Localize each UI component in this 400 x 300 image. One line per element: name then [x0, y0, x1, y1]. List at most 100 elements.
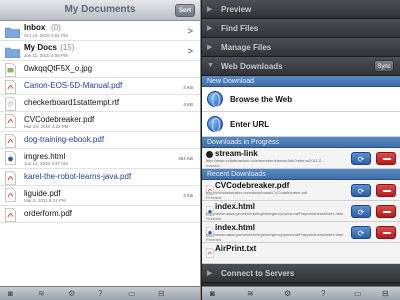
download-name: stream-link: [215, 149, 258, 158]
retry-button[interactable]: ⟳: [351, 226, 371, 239]
globe-icon: [207, 116, 223, 132]
download-url: http://cvcodebreaker.com/downloads/CVCod…: [206, 190, 308, 195]
disclosure-arrow-icon: ▶: [207, 270, 213, 277]
file-row[interactable]: liguide.pdf Mar 6, 2011 6:21 PM 2 KB: [0, 186, 200, 206]
section-web-downloads[interactable]: ▼ Web Downloads Sync: [202, 57, 400, 76]
file-row[interactable]: Canon-EOS-5D-Manual.pdf 4 KB: [0, 78, 200, 95]
download-name: index.html: [215, 202, 256, 211]
sort-button[interactable]: Sort: [175, 4, 195, 17]
file-date: Mar 6, 2011 6:21 PM: [24, 198, 66, 203]
folder-row[interactable]: My Docs (15) Jun 11, 2010 4:56 PM >: [0, 41, 200, 61]
section-title: Connect to Servers: [221, 269, 295, 278]
enter-url-button[interactable]: Enter URL: [202, 112, 400, 137]
retry-button[interactable]: ⟳: [351, 184, 371, 197]
action-label: Browse the Web: [230, 95, 293, 104]
folder-count: (15): [60, 43, 75, 52]
action-label: Enter URL: [230, 120, 270, 129]
file-row[interactable]: orderform.pdf: [0, 206, 200, 223]
download-row[interactable]: index.html http://www.nasa.gov/centers/hq…: [202, 201, 400, 222]
folder-row[interactable]: Inbox (0) Oct 12, 2010 4:51 PM >: [0, 21, 200, 41]
section-title: Find Files: [221, 24, 259, 33]
download-name: AirPrint.txt: [215, 244, 257, 253]
download-name: index.html: [215, 223, 256, 232]
sidebar-toolbar: ◙ ≋ ⚙? ▭ ⊟: [202, 286, 400, 300]
pdf-icon: [206, 245, 214, 258]
disclosure-arrow-icon: ▶: [207, 6, 213, 13]
file-row[interactable]: CVCodebreaker.pdf Mar 24, 2010 4:22 PM: [0, 112, 200, 132]
file-name: Inbox: [24, 23, 46, 32]
delete-button[interactable]: [376, 205, 396, 218]
file-size: 4 KB: [183, 102, 193, 107]
camera-icon[interactable]: ◙: [8, 289, 13, 298]
lock-icon[interactable]: ⊟: [382, 289, 389, 298]
download-url: http://www.nasa.gov/centers/hq/emergency…: [206, 211, 344, 216]
file-name: dog-training-ebook.pdf: [24, 135, 105, 144]
file-name: karel-the-robot-learns-java.pdf: [24, 172, 132, 181]
file-name: checkerboard1stattempt.rtf: [24, 98, 120, 107]
section-find-files[interactable]: ▶ Find Files: [202, 19, 400, 38]
disclosure-arrow-icon: ▶: [207, 44, 213, 51]
file-row[interactable]: karel-the-robot-learns-java.pdf: [0, 169, 200, 186]
help-icon[interactable]: ?: [321, 289, 325, 298]
file-row[interactable]: 0wkqqQtF5X_o.jpg: [0, 61, 200, 78]
file-name: orderform.pdf: [24, 209, 73, 218]
file-row[interactable]: dog-training-ebook.pdf: [0, 132, 200, 149]
gear-icon[interactable]: ⚙: [284, 289, 291, 298]
delete-button[interactable]: [376, 226, 396, 239]
sidebar-pane: ▶ Preview ▶ Find Files ▶ Manage Files ▼ Web Dow…: [202, 0, 400, 300]
screen-icon[interactable]: ▭: [128, 289, 136, 298]
folder-icon: [4, 25, 21, 39]
file-list: Inbox (0) Oct 12, 2010 4:51 PM > My Docs (15)…: [0, 21, 200, 223]
documents-toolbar: ◙ ≋ ⚙ ? ▭ ⊟: [0, 286, 200, 300]
file-size: 2 KB: [183, 193, 193, 198]
pdf-icon: [5, 171, 16, 185]
download-row[interactable]: index.html http://www.nasa.gov/centers/hq…: [202, 222, 400, 243]
recent-downloads-header: Recent Downloads: [202, 169, 400, 180]
status-dot-icon: [206, 151, 213, 158]
sync-button[interactable]: Sync: [374, 60, 394, 72]
retry-button[interactable]: ⟳: [351, 152, 371, 165]
file-name: 0wkqqQtF5X_o.jpg: [24, 64, 93, 73]
disclosure-arrow-icon: ▶: [207, 25, 213, 32]
documents-title: My Documents: [64, 4, 136, 15]
doc-icon: [5, 97, 16, 111]
chevron-right-icon: >: [187, 46, 193, 56]
file-name: imgres.html: [24, 152, 66, 161]
file-date: Mar 24, 2010 4:22 PM: [24, 124, 69, 129]
globe-icon: [207, 91, 223, 107]
download-row[interactable]: CVCodebreaker.pdf http://cvcodebreaker.co…: [202, 180, 400, 201]
folder-count: (0): [51, 23, 61, 32]
chevron-right-icon: >: [187, 26, 193, 36]
browse-web-button[interactable]: Browse the Web: [202, 87, 400, 112]
download-row[interactable]: stream-link http://www.coastfoaction.com/…: [202, 148, 400, 169]
wifi-icon[interactable]: ≋: [247, 289, 254, 298]
screen-icon[interactable]: ▭: [354, 289, 362, 298]
download-status: Finished: [206, 216, 222, 221]
section-preview[interactable]: ▶ Preview: [202, 0, 400, 19]
section-manage-files[interactable]: ▶ Manage Files: [202, 38, 400, 57]
section-connect-to-servers[interactable]: ▶ Connect to Servers: [202, 264, 400, 283]
lock-icon[interactable]: ⊟: [158, 289, 165, 298]
pdf-icon: [5, 80, 16, 94]
file-row[interactable]: checkerboard1stattempt.rtf 4 KB: [0, 95, 200, 112]
pdf-icon: [5, 134, 16, 148]
file-name: My Docs: [24, 43, 57, 52]
delete-button[interactable]: [376, 184, 396, 197]
file-row[interactable]: imgres.html Jun 12, 2010 4:37 AM 364 KB: [0, 149, 200, 169]
retry-button[interactable]: ⟳: [351, 205, 371, 218]
section-title: Preview: [221, 5, 252, 14]
section-title: Manage Files: [221, 43, 272, 52]
download-status: Finished: [206, 195, 222, 200]
delete-button[interactable]: [376, 152, 396, 165]
file-name: Canon-EOS-5D-Manual.pdf: [24, 81, 123, 90]
download-url: http://www.nasa.gov/centers/hq/emergency…: [206, 232, 344, 237]
download-row[interactable]: AirPrint.txt: [202, 243, 400, 264]
gear-icon[interactable]: ⚙: [68, 289, 75, 298]
html-icon: [5, 151, 16, 165]
download-status: Inactive: [206, 163, 220, 168]
camera-icon[interactable]: ◙: [210, 289, 215, 298]
help-icon[interactable]: ?: [98, 289, 102, 298]
wifi-icon[interactable]: ≋: [38, 289, 45, 298]
file-name: liguide.pdf: [24, 189, 61, 198]
file-date: Jun 11, 2010 4:56 PM: [24, 53, 68, 58]
